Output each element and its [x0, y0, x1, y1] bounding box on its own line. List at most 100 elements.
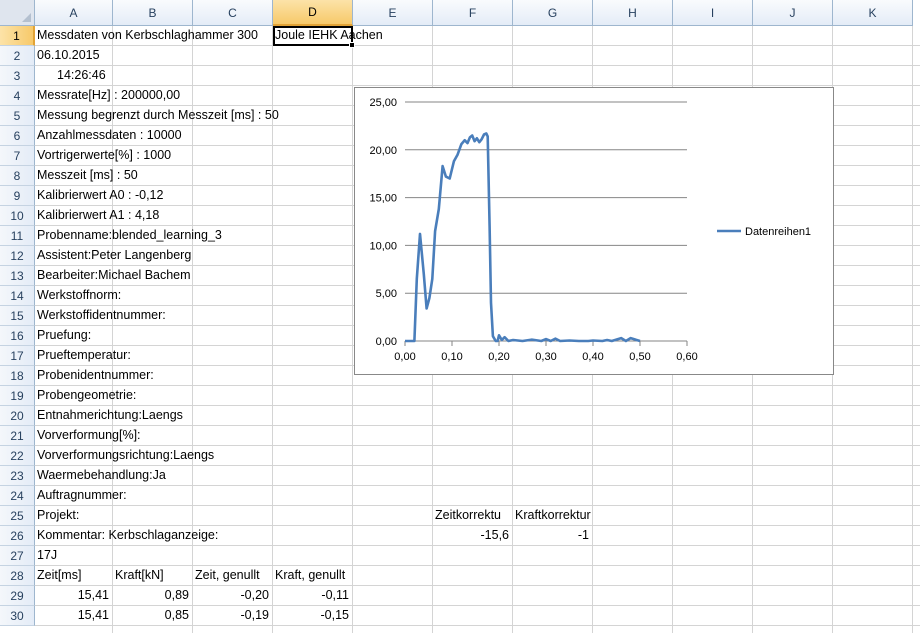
row-header-19[interactable]: 19 — [0, 386, 35, 406]
x-tick-label: 0,50 — [629, 351, 650, 363]
x-tick-label: 0,20 — [488, 351, 509, 363]
row-header-27[interactable]: 27 — [0, 546, 35, 566]
cell-a9[interactable]: Kalibrierwert A0 : -0,12 — [37, 185, 163, 205]
cell-a6[interactable]: Anzahlmessdaten : 10000 — [37, 125, 182, 145]
row-header-25[interactable]: 25 — [0, 506, 35, 526]
cell-b30[interactable]: 0,85 — [113, 605, 189, 625]
embedded-line-chart[interactable]: 0,00 5,00 10,00 15,00 20,00 25,00 0,00 0,10 0,20… — [354, 87, 834, 375]
y-tick-label: 20,00 — [369, 145, 397, 157]
row-header-6[interactable]: 6 — [0, 126, 35, 146]
cell-a3[interactable]: 14:26:46 — [57, 65, 106, 85]
cell-a2[interactable]: 06.10.2015 — [37, 45, 100, 65]
cell-a22[interactable]: Vorverformungsrichtung:Laengs — [37, 445, 214, 465]
cell-a11[interactable]: Probenname:blended_learning_3 — [37, 225, 222, 245]
row-header-14[interactable]: 14 — [0, 286, 35, 306]
row-header-9[interactable]: 9 — [0, 186, 35, 206]
select-all-triangle-icon — [22, 13, 31, 22]
row-header-11[interactable]: 11 — [0, 226, 35, 246]
cell-d28[interactable]: Kraft, genullt — [275, 565, 345, 585]
spreadsheet-grid[interactable]: ABCDEFGHIJK 1 2 3 4 5 6 7 8 9 10 11 12 13 14 15 16 17 18 1… — [0, 0, 920, 633]
row-header-10[interactable]: 10 — [0, 206, 35, 226]
x-tick-label: 0,00 — [394, 351, 415, 363]
select-all-corner[interactable] — [0, 0, 35, 26]
row-header-18[interactable]: 18 — [0, 366, 35, 386]
row-header-12[interactable]: 12 — [0, 246, 35, 266]
cell-a27[interactable]: 17J — [37, 545, 57, 565]
column-header-f[interactable]: F — [433, 0, 513, 26]
cell-a24[interactable]: Auftragnummer: — [37, 485, 127, 505]
row-header-24[interactable]: 24 — [0, 486, 35, 506]
cell-a30[interactable]: 15,41 — [35, 605, 109, 625]
row-header-13[interactable]: 13 — [0, 266, 35, 286]
row-header-20[interactable]: 20 — [0, 406, 35, 426]
row-header-29[interactable]: 29 — [0, 586, 35, 606]
cell-a29[interactable]: 15,41 — [35, 585, 109, 605]
cell-a17[interactable]: Prueftemperatur: — [37, 345, 131, 365]
y-tick-label: 10,00 — [369, 240, 397, 252]
column-header-c[interactable]: C — [193, 0, 273, 26]
column-header-e[interactable]: E — [353, 0, 433, 26]
row-header-22[interactable]: 22 — [0, 446, 35, 466]
cell-a1[interactable]: Messdaten von Kerbschlaghammer 300 — [37, 25, 258, 45]
cell-d30[interactable]: -0,15 — [273, 605, 350, 625]
cell-a28[interactable]: Zeit[ms] — [37, 565, 81, 585]
cell-c30[interactable]: -0,19 — [193, 605, 270, 625]
column-header-k[interactable]: K — [833, 0, 913, 26]
row-header-1[interactable]: 1 — [0, 26, 35, 46]
cell-a13[interactable]: Bearbeiter:Michael Bachem — [37, 265, 191, 285]
column-header-j[interactable]: J — [753, 0, 833, 26]
cell-a16[interactable]: Pruefung: — [37, 325, 91, 345]
cell-a26[interactable]: Kommentar: Kerbschlaganzeige: — [37, 525, 218, 545]
cell-a14[interactable]: Werkstoffnorm: — [37, 285, 121, 305]
cell-a15[interactable]: Werkstoffidentnummer: — [37, 305, 166, 325]
row-header-15[interactable]: 15 — [0, 306, 35, 326]
cell-c28[interactable]: Zeit, genullt — [195, 565, 260, 585]
x-tick-label: 0,10 — [441, 351, 462, 363]
column-header-g[interactable]: G — [513, 0, 593, 26]
cell-a21[interactable]: Vorverformung[%]: — [37, 425, 141, 445]
cell-a19[interactable]: Probengeometrie: — [37, 385, 136, 405]
row-header-3[interactable]: 3 — [0, 66, 35, 86]
cell-a5[interactable]: Messung begrenzt durch Messzeit [ms] : 5… — [37, 105, 279, 125]
y-tick-label: 0,00 — [376, 336, 397, 348]
row-header-23[interactable]: 23 — [0, 466, 35, 486]
row-header-30[interactable]: 30 — [0, 606, 35, 626]
column-header-i[interactable]: I — [673, 0, 753, 26]
cell-c29[interactable]: -0,20 — [193, 585, 270, 605]
cell-a10[interactable]: Kalibrierwert A1 : 4,18 — [37, 205, 159, 225]
cell-f25[interactable]: Zeitkorrektu — [435, 505, 501, 525]
fill-handle[interactable] — [349, 42, 355, 48]
x-tick-label: 0,40 — [582, 351, 603, 363]
cell-g26[interactable]: -1 — [513, 525, 589, 545]
cell-a23[interactable]: Waermebehandlung:Ja — [37, 465, 166, 485]
row-header-16[interactable]: 16 — [0, 326, 35, 346]
cell-a20[interactable]: Entnahmerichtung:Laengs — [37, 405, 183, 425]
row-header-17[interactable]: 17 — [0, 346, 35, 366]
cell-g25[interactable]: Kraftkorrektur — [515, 505, 591, 525]
column-header-a[interactable]: A — [35, 0, 113, 26]
row-header-2[interactable]: 2 — [0, 46, 35, 66]
row-header-7[interactable]: 7 — [0, 146, 35, 166]
row-header-21[interactable]: 21 — [0, 426, 35, 446]
column-header-b[interactable]: B — [113, 0, 193, 26]
cell-a25[interactable]: Projekt: — [37, 505, 79, 525]
cell-a8[interactable]: Messzeit [ms] : 50 — [37, 165, 138, 185]
cell-f26[interactable]: -15,6 — [433, 525, 510, 545]
cell-b29[interactable]: 0,89 — [113, 585, 189, 605]
cell-d1[interactable]: Joule IEHK Aachen — [275, 25, 383, 45]
cell-a4[interactable]: Messrate[Hz] : 200000,00 — [37, 85, 180, 105]
column-header-h[interactable]: H — [593, 0, 673, 26]
row-header-28[interactable]: 28 — [0, 566, 35, 586]
cell-d29[interactable]: -0,11 — [273, 585, 349, 605]
cell-a12[interactable]: Assistent:Peter Langenberg — [37, 245, 191, 265]
row-header-26[interactable]: 26 — [0, 526, 35, 546]
column-header-d[interactable]: D — [273, 0, 353, 26]
row-header-8[interactable]: 8 — [0, 166, 35, 186]
x-tick-label: 0,60 — [676, 351, 697, 363]
cell-a7[interactable]: Vortrigerwerte[%] : 1000 — [37, 145, 171, 165]
cell-b28[interactable]: Kraft[kN] — [115, 565, 164, 585]
row-header-4[interactable]: 4 — [0, 86, 35, 106]
row-header-5[interactable]: 5 — [0, 106, 35, 126]
cell-a18[interactable]: Probenidentnummer: — [37, 365, 154, 385]
legend-entry: Datenreihen1 — [745, 226, 811, 238]
